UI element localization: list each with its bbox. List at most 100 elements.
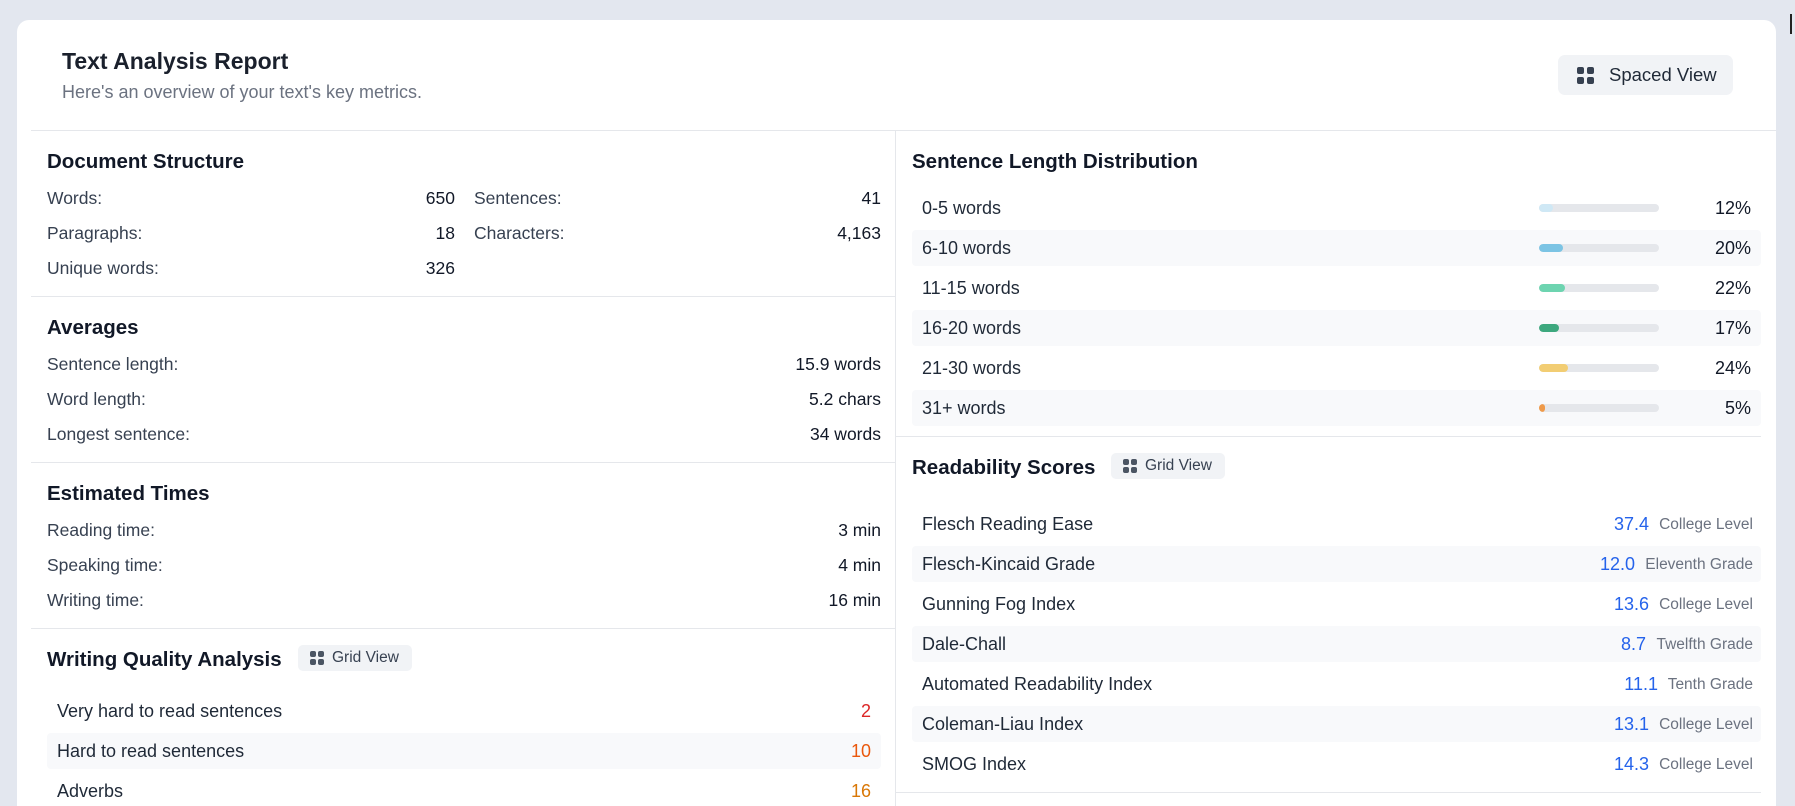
readability-score: 8.7	[1620, 634, 1646, 654]
readability-label: Flesch Reading Ease	[922, 514, 1094, 534]
quality-row: Very hard to read sentences 2	[47, 693, 881, 729]
readability-scores-title: Readability Scores	[912, 456, 1096, 479]
readability-row: Flesch-Kincaid Grade 12.0 Eleventh Grade	[912, 546, 1761, 582]
distribution-label: 16-20 words	[922, 318, 1022, 338]
distribution-row: 0-5 words 12%	[912, 190, 1761, 226]
grid-icon	[1577, 66, 1594, 84]
time-label: Speaking time:	[47, 555, 163, 575]
section-divider	[31, 628, 895, 629]
distribution-bar	[1539, 364, 1659, 372]
quality-label: Adverbs	[57, 781, 124, 801]
distribution-bar	[1539, 284, 1659, 292]
quality-label: Hard to read sentences	[57, 741, 245, 761]
characters-value: 4,163	[837, 223, 881, 243]
readability-row: Dale-Chall 8.7 Twelfth Grade	[912, 626, 1761, 662]
distribution-bar	[1539, 324, 1659, 332]
distribution-bar-fill	[1539, 404, 1545, 412]
readability-row: SMOG Index 14.3 College Level	[912, 746, 1761, 782]
distribution-percent: 17%	[1714, 318, 1751, 338]
average-label: Word length:	[47, 389, 146, 409]
readability-label: Flesch-Kincaid Grade	[922, 554, 1096, 574]
characters-label: Characters:	[474, 223, 565, 243]
estimated-times-title: Estimated Times	[47, 482, 210, 505]
spaced-view-label: Spaced View	[1609, 64, 1717, 85]
readability-row: Automated Readability Index 11.1 Tenth Gra…	[912, 666, 1761, 702]
grid-icon	[310, 651, 324, 665]
time-label: Writing time:	[47, 590, 144, 610]
readability-row: Flesch Reading Ease 37.4 College Level	[912, 506, 1761, 542]
readability-grade: College Level	[1659, 756, 1753, 773]
readability-label: Coleman-Liau Index	[922, 714, 1084, 734]
distribution-row: 6-10 words 20%	[912, 230, 1761, 266]
sentences-label: Sentences:	[474, 188, 562, 208]
sentences-value: 41	[861, 188, 881, 208]
unique-words-label: Unique words:	[47, 258, 159, 278]
time-value: 16 min	[828, 590, 881, 610]
readability-score: 13.6	[1613, 594, 1649, 614]
unique-words-value: 326	[425, 258, 455, 278]
quality-value: 2	[860, 701, 871, 721]
distribution-label: 11-15 words	[922, 278, 1020, 298]
readability-score: 11.1	[1624, 674, 1658, 694]
time-value: 3 min	[838, 520, 881, 540]
distribution-percent: 22%	[1714, 278, 1751, 298]
average-label: Sentence length:	[47, 354, 179, 374]
readability-label: Automated Readability Index	[922, 674, 1153, 694]
distribution-label: 0-5 words	[922, 198, 1002, 218]
readability-grade: College Level	[1659, 716, 1753, 733]
quality-grid-view-button[interactable]: Grid View	[298, 645, 412, 671]
readability-grade: Twelfth Grade	[1656, 636, 1754, 653]
readability-grid-view-button[interactable]: Grid View	[1111, 453, 1225, 479]
average-value: 5.2 chars	[809, 389, 881, 409]
distribution-bar	[1539, 244, 1659, 252]
quality-row: Adverbs 16	[47, 773, 881, 806]
distribution-percent: 20%	[1714, 238, 1751, 258]
spaced-view-button[interactable]: Spaced View	[1558, 55, 1733, 95]
distribution-percent: 24%	[1714, 358, 1751, 378]
readability-row: Gunning Fog Index 13.6 College Level	[912, 586, 1761, 622]
distribution-bar	[1539, 204, 1659, 212]
sentence-length-distribution-title: Sentence Length Distribution	[912, 150, 1198, 173]
readability-grade: College Level	[1659, 596, 1753, 613]
readability-grade: Eleventh Grade	[1645, 556, 1753, 573]
readability-label: Dale-Chall	[922, 634, 1007, 654]
distribution-bar-fill	[1539, 364, 1568, 372]
readability-score: 37.4	[1613, 514, 1649, 534]
paragraphs-label: Paragraphs:	[47, 223, 143, 243]
distribution-label: 6-10 words	[922, 238, 1012, 258]
average-value: 34 words	[809, 424, 881, 444]
readability-grade: College Level	[1659, 516, 1753, 533]
words-label: Words:	[47, 188, 103, 208]
writing-quality-title: Writing Quality Analysis	[47, 648, 282, 671]
page-subtitle: Here's an overview of your text's key me…	[62, 82, 422, 102]
readability-score: 12.0	[1599, 554, 1635, 574]
time-value: 4 min	[838, 555, 881, 575]
readability-grade: Tenth Grade	[1667, 676, 1753, 693]
section-divider	[31, 296, 895, 297]
distribution-bar-fill	[1539, 204, 1554, 212]
distribution-row: 31+ words 5%	[912, 390, 1761, 426]
average-label: Longest sentence:	[47, 424, 191, 444]
distribution-label: 31+ words	[922, 398, 1006, 418]
distribution-row: 21-30 words 24%	[912, 350, 1761, 386]
section-divider	[896, 792, 1761, 793]
quality-value: 16	[850, 781, 871, 801]
average-value: 15.9 words	[795, 354, 881, 374]
readability-label: SMOG Index	[922, 754, 1027, 774]
readability-label: Gunning Fog Index	[922, 594, 1076, 614]
grid-view-label: Grid View	[332, 649, 399, 666]
distribution-bar	[1539, 404, 1659, 412]
section-divider	[31, 462, 895, 463]
readability-row: Coleman-Liau Index 13.1 College Level	[912, 706, 1761, 742]
readability-score: 14.3	[1613, 754, 1649, 774]
quality-value: 10	[850, 741, 871, 761]
readability-score: 13.1	[1613, 714, 1649, 734]
column-divider	[895, 131, 896, 806]
distribution-row: 11-15 words 22%	[912, 270, 1761, 306]
distribution-percent: 5%	[1724, 398, 1751, 418]
report-header: Text Analysis Report Here's an overview …	[17, 20, 1776, 131]
distribution-percent: 12%	[1714, 198, 1751, 218]
paragraphs-value: 18	[435, 223, 455, 243]
distribution-label: 21-30 words	[922, 358, 1022, 378]
quality-row: Hard to read sentences 10	[47, 733, 881, 769]
